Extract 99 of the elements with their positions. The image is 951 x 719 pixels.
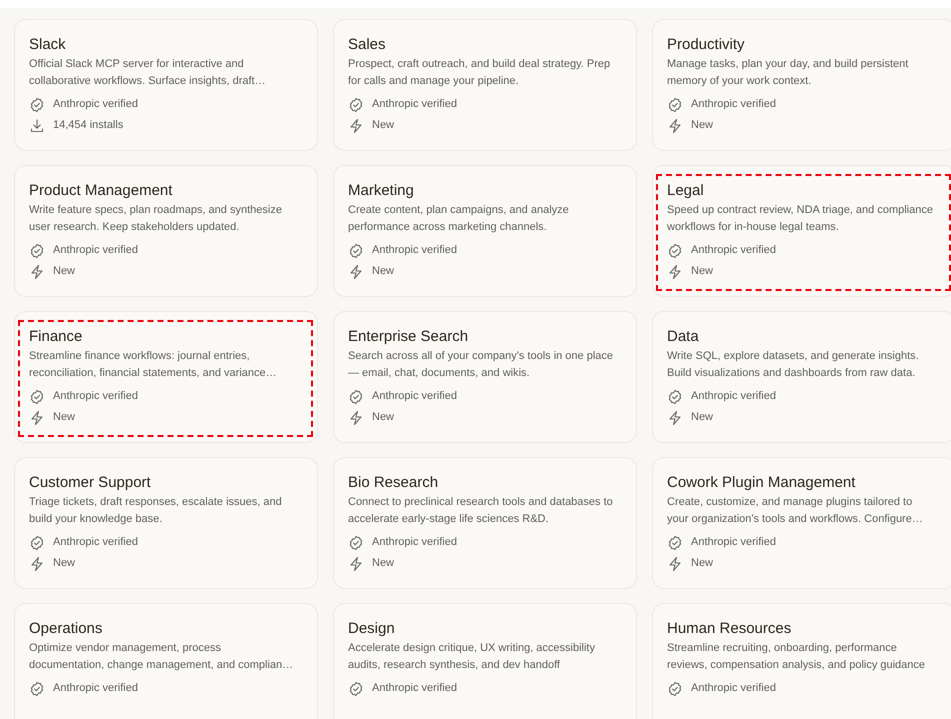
new-label: New <box>691 556 714 572</box>
plugin-card[interactable]: Slack Official Slack MCP server for interactive and collaborative workflows. Surface insights, draft… Anthropic verified 14,454 installs <box>14 19 318 151</box>
card-title: Customer Support <box>29 473 152 493</box>
card-description: Streamline recruiting, onboarding, performance reviews, compensation analysis, and policy guidance <box>667 641 926 673</box>
card-description: Search across all of your company's tools in one place — email, chat, documents, and wikis. <box>348 349 614 381</box>
card-title: Sales <box>348 35 387 55</box>
card-description: Write feature specs, plan roadmaps, and synthesize user research. Keep stakeholders updated. <box>29 203 283 235</box>
new-label: New <box>691 264 714 280</box>
verified-badge-icon <box>29 680 45 696</box>
verified-badge-icon <box>29 242 45 258</box>
verified-label: Anthropic verified <box>53 535 138 550</box>
verified-label: Anthropic verified <box>372 389 457 404</box>
lightning-icon <box>29 264 45 280</box>
card-description: Create content, plan campaigns, and analyze performance across marketing channels. <box>348 203 570 235</box>
new-label: New <box>53 410 76 426</box>
verified-label: Anthropic verified <box>691 535 776 550</box>
verified-label: Anthropic verified <box>53 389 138 404</box>
plugin-card[interactable]: Product Management Write feature specs, plan roadmaps, and synthesize user research. Keep stakeholders updated. Anthropic verified New <box>14 165 318 297</box>
plugin-card[interactable]: Operations Optimize vendor management, process documentation, change management, and complian… Anthropic verified <box>14 603 318 719</box>
card-title: Finance <box>29 327 84 347</box>
card-description: Manage tasks, plan your day, and build persistent memory of your work context. <box>667 57 910 89</box>
card-description: Prospect, craft outreach, and build deal strategy. Prep for calls and manage your pipeline. <box>348 57 612 89</box>
verified-badge-icon <box>29 388 45 404</box>
lightning-icon <box>348 118 364 134</box>
card-title: Legal <box>667 181 705 201</box>
new-label: New <box>53 556 76 572</box>
lightning-icon <box>667 410 683 426</box>
verified-badge-icon <box>667 96 683 112</box>
lightning-icon <box>29 410 45 426</box>
new-label: New <box>372 556 394 572</box>
verified-label: Anthropic verified <box>691 681 776 696</box>
lightning-icon <box>348 264 364 280</box>
new-label: New <box>372 118 394 134</box>
new-label: New <box>53 264 76 280</box>
card-description: Speed up contract review, NDA triage, and compliance workflows for in-house legal teams. <box>667 203 934 235</box>
verified-badge-icon <box>29 534 45 550</box>
card-title: Product Management <box>29 181 174 201</box>
card-title: Slack <box>29 35 67 55</box>
lightning-icon <box>667 556 683 572</box>
verified-label: Anthropic verified <box>372 243 457 258</box>
card-title: Enterprise Search <box>348 327 470 347</box>
new-label: New <box>372 264 394 280</box>
card-title: Cowork Plugin Management <box>667 473 856 493</box>
verified-badge-icon <box>348 242 364 258</box>
plugin-card[interactable]: Bio Research Connect to preclinical research tools and databases to accelerate early-stage life sciences R&D. Anthropic verified New <box>333 457 637 589</box>
verified-label: Anthropic verified <box>691 389 776 404</box>
verified-label: Anthropic verified <box>691 97 776 112</box>
card-title: Bio Research <box>348 473 440 493</box>
lightning-icon <box>348 556 364 572</box>
plugin-card[interactable]: Design Accelerate design critique, UX writing, accessibility audits, research synthesis, and dev handoff Anthropic verified <box>333 603 637 719</box>
verified-badge-icon <box>348 96 364 112</box>
plugin-card[interactable]: Finance Streamline finance workflows: journal entries, reconciliation, financial statements, and variance… Anthropic verified New <box>14 311 318 443</box>
card-title: Marketing <box>348 181 415 201</box>
plugin-card[interactable]: Legal Speed up contract review, NDA triage, and compliance workflows for in-house legal teams. Anthropic verified New <box>652 165 951 297</box>
verified-label: Anthropic verified <box>691 243 776 258</box>
card-title: Productivity <box>667 35 746 55</box>
new-label: New <box>691 410 714 426</box>
install-count: 14,454 installs <box>53 118 124 134</box>
lightning-icon <box>667 118 683 134</box>
verified-badge-icon <box>667 242 683 258</box>
verified-badge-icon <box>667 388 683 404</box>
new-label: New <box>691 118 714 134</box>
card-description: Triage tickets, draft responses, escalate issues, and build your knowledge base. <box>29 495 283 527</box>
verified-badge-icon <box>29 96 45 112</box>
download-icon <box>29 118 45 134</box>
verified-label: Anthropic verified <box>53 97 138 112</box>
verified-badge-icon <box>348 534 364 550</box>
verified-label: Anthropic verified <box>53 681 138 696</box>
verified-badge-icon <box>348 680 364 696</box>
new-label: New <box>372 410 394 426</box>
plugin-card[interactable]: Human Resources Streamline recruiting, onboarding, performance reviews, compensation analysis, and policy guidance Anthropic verified <box>652 603 951 719</box>
card-description: Create, customize, and manage plugins tailored to your organization's tools and workflows. Configure… <box>667 495 924 527</box>
lightning-icon <box>348 410 364 426</box>
card-description: Write SQL, explore datasets, and generate insights. Build visualizations and dashboards from raw data. <box>667 349 920 381</box>
card-title: Data <box>667 327 700 347</box>
plugin-card[interactable]: Data Write SQL, explore datasets, and generate insights. Build visualizations and dashboards from raw data. Anthropic verified New <box>652 311 951 443</box>
lightning-icon <box>29 556 45 572</box>
card-description: Streamline finance workflows: journal entries, reconciliation, financial statements, and variance… <box>29 349 278 381</box>
verified-label: Anthropic verified <box>53 243 138 258</box>
card-title: Human Resources <box>667 619 792 639</box>
card-title: Operations <box>29 619 104 639</box>
plugin-card[interactable]: Productivity Manage tasks, plan your day, and build persistent memory of your work context. Anthropic verified New <box>652 19 951 151</box>
plugin-card[interactable]: Sales Prospect, craft outreach, and build deal strategy. Prep for calls and manage your pipeline. Anthropic verified New <box>333 19 637 151</box>
plugin-card[interactable]: Cowork Plugin Management Create, customize, and manage plugins tailored to your organization's tools and workflows. Configure… Anthropic verified New <box>652 457 951 589</box>
plugin-card[interactable]: Marketing Create content, plan campaigns, and analyze performance across marketing channels. Anthropic verified New <box>333 165 637 297</box>
verified-label: Anthropic verified <box>372 535 457 550</box>
card-description: Accelerate design critique, UX writing, accessibility audits, research synthesis, and dev handoff <box>348 641 596 673</box>
verified-label: Anthropic verified <box>372 681 457 696</box>
lightning-icon <box>667 264 683 280</box>
card-description: Connect to preclinical research tools and databases to accelerate early-stage life sciences R&D. <box>348 495 614 527</box>
verified-badge-icon <box>667 680 683 696</box>
verified-badge-icon <box>348 388 364 404</box>
plugin-card[interactable]: Customer Support Triage tickets, draft responses, escalate issues, and build your knowledge base. Anthropic verified New <box>14 457 318 589</box>
plugin-card[interactable]: Enterprise Search Search across all of your company's tools in one place — email, chat, documents, and wikis. Anthropic verified New <box>333 311 637 443</box>
verified-badge-icon <box>667 534 683 550</box>
verified-label: Anthropic verified <box>372 97 457 112</box>
card-description: Official Slack MCP server for interactive and collaborative workflows. Surface insights, draft… <box>29 57 267 89</box>
card-description: Optimize vendor management, process documentation, change management, and complian… <box>29 641 294 673</box>
card-title: Design <box>348 619 396 639</box>
